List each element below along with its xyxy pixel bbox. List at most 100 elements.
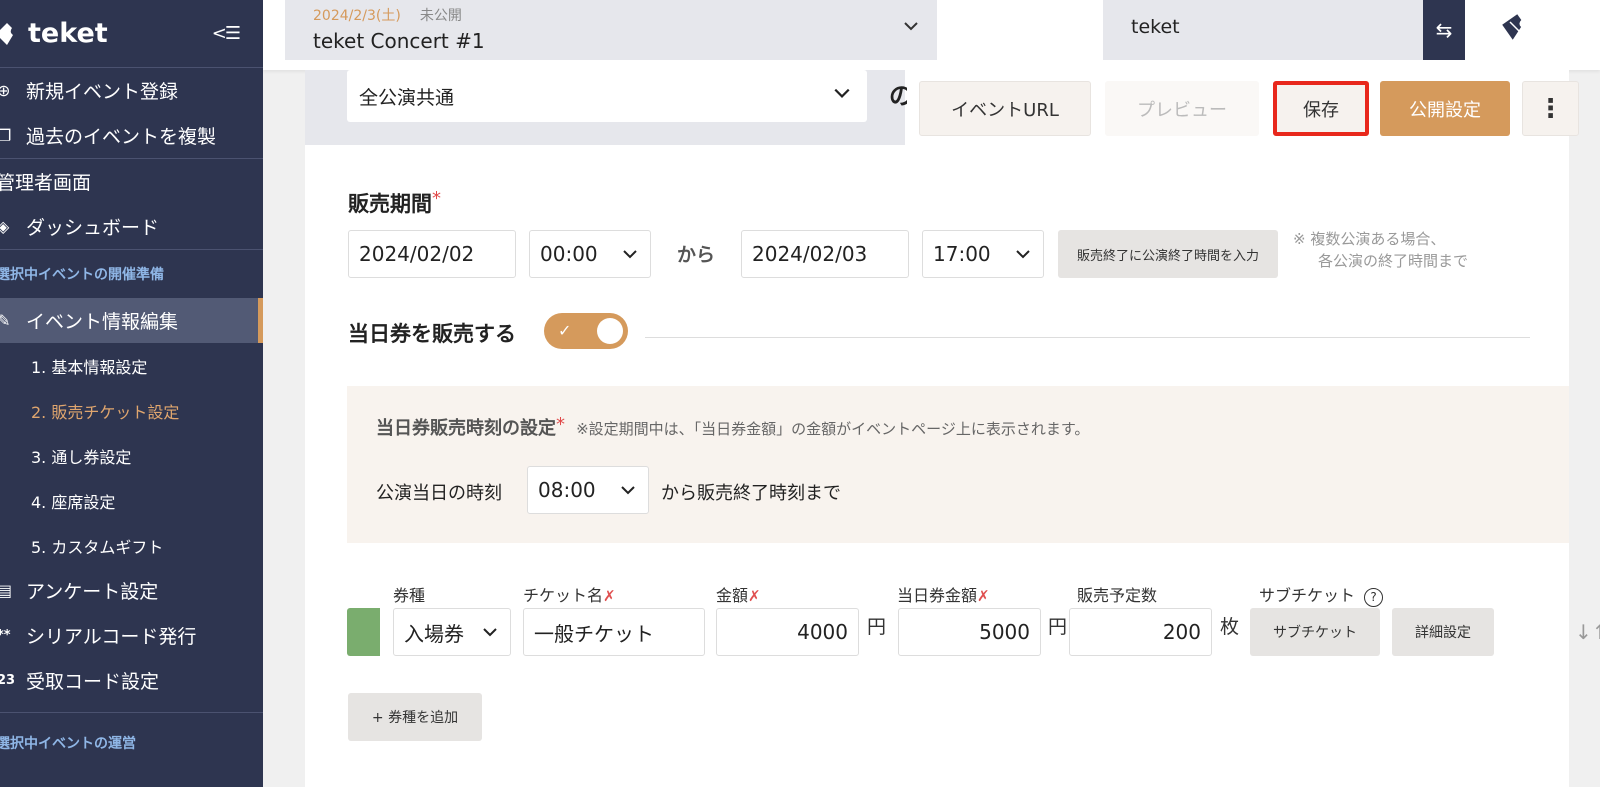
fill-end-time-button[interactable]: 販売終了に公演終了時間を入力 <box>1058 230 1278 278</box>
sales-period-label: 販売期間* <box>348 188 441 218</box>
plus-circle-icon: ⊕ <box>0 81 11 100</box>
sidebar-item-dashboard[interactable]: ◈ ダッシュボード <box>0 204 263 249</box>
day-ticket-toggle-label: 当日券を販売する <box>348 322 516 346</box>
required-mark: * <box>556 414 565 435</box>
day-price-input[interactable]: 5000 <box>898 608 1041 656</box>
publish-settings-button[interactable]: 公開設定 <box>1380 81 1510 136</box>
event-name: teket Concert #1 <box>313 29 485 53</box>
code-icon: 23 <box>0 673 16 688</box>
sales-end-date-input[interactable]: 2024/02/03 <box>741 230 909 278</box>
action-bar: イベントURL プレビュー 保存 公開設定 ⋮ <box>907 70 1579 145</box>
header-subticket-text: サブチケット <box>1259 586 1356 605</box>
performance-select[interactable]: 全公演共通 <box>347 70 867 122</box>
sidebar-item-label: ダッシュボード <box>26 217 160 239</box>
chevron-down-icon <box>904 22 918 31</box>
sidebar-item-new-event[interactable]: ⊕ 新規イベント登録 <box>0 68 263 113</box>
quantity-unit: 枚 <box>1220 616 1240 638</box>
header-price: 金額✗ <box>716 582 761 606</box>
add-ticket-type-button[interactable]: + 券種を追加 <box>348 693 482 741</box>
check-icon: ✓ <box>558 321 572 340</box>
event-date: 2024/2/3(土) <box>313 8 401 24</box>
day-ticket-settings-panel: 当日券販売時刻の設定* ※設定期間中は、「当日券金額」の金額がイベントページ上に… <box>347 386 1569 543</box>
required-mark: * <box>432 188 441 209</box>
logo[interactable]: teket <box>0 18 108 49</box>
sales-end-date-value: 2024/02/03 <box>752 242 868 266</box>
sidebar-item-duplicate-event[interactable]: ❐ 過去のイベントを複製 <box>0 113 263 158</box>
serial-icon: ** <box>0 628 11 643</box>
sidebar-item-receipt-code[interactable]: 23 受取コード設定 <box>0 658 263 703</box>
chevron-down-icon <box>621 486 635 495</box>
divider <box>645 337 1530 338</box>
sidebar-item-label: アンケート設定 <box>26 581 159 603</box>
day-ticket-time-label: 当日券販売時刻の設定 <box>376 418 556 439</box>
sidebar-section-ops: 選択中イベントの運営 <box>0 736 136 752</box>
sidebar-item-admin[interactable]: 管理者画面 <box>0 159 263 204</box>
topbar: 2024/2/3(土) 未公開 teket Concert #1 teket ⇆ <box>263 0 1600 70</box>
sort-handle-icon[interactable]: ↓↑ <box>1575 620 1600 644</box>
more-options-button[interactable]: ⋮ <box>1522 81 1579 136</box>
price-unit: 円 <box>867 616 887 638</box>
ticket-name-input[interactable]: 一般チケット <box>523 608 705 656</box>
note-line-2: 各公演の終了時間まで <box>1318 252 1469 270</box>
header-subticket: サブチケット ? <box>1259 582 1384 607</box>
swap-icon: ⇆ <box>1435 18 1453 42</box>
sidebar-item-edit-event[interactable]: ✎ イベント情報編集 <box>0 298 263 343</box>
until-end-label: から販売終了時刻まで <box>661 483 841 504</box>
help-icon[interactable]: ? <box>1364 587 1384 607</box>
day-time-label: 公演当日の時刻 <box>376 483 502 504</box>
event-selector[interactable]: 2024/2/3(土) 未公開 teket Concert #1 <box>285 0 937 60</box>
sidebar-item-survey[interactable]: ▤ アンケート設定 <box>0 568 263 613</box>
sales-period-text: 販売期間 <box>348 192 432 216</box>
sales-start-time-select[interactable]: 00:00 <box>529 230 651 278</box>
sidebar-item-label: 管理者画面 <box>0 172 92 194</box>
ticket-color-swatch[interactable] <box>347 608 380 656</box>
sidebar-item-serial[interactable]: ** シリアルコード発行 <box>0 613 263 658</box>
ticket-type-select[interactable]: 入場券 <box>393 608 511 656</box>
sales-start-time-value: 00:00 <box>540 242 598 266</box>
from-label: から <box>677 244 716 266</box>
chevron-down-icon <box>834 88 850 98</box>
organization-name: teket <box>1131 16 1180 38</box>
survey-icon: ▤ <box>0 581 13 600</box>
sidebar-item-label: イベント情報編集 <box>26 311 179 333</box>
note-line-1: ※ 複数公演ある場合、 <box>1293 230 1446 248</box>
translate-off-icon: ✗ <box>603 587 616 605</box>
copy-icon: ❐ <box>0 126 12 145</box>
sidebar-section-prep: 選択中イベントの開催準備 <box>0 267 164 283</box>
organization-selector[interactable]: teket <box>1103 0 1449 60</box>
ticket-price-input[interactable]: 4000 <box>716 608 859 656</box>
main-content: 全公演共通 の イベントURL プレビュー 保存 公開設定 ⋮ 販売期間* 20… <box>305 70 1579 787</box>
day-ticket-time-note: ※設定期間中は、「当日券金額」の金額がイベントページ上に表示されます。 <box>576 420 1090 438</box>
swap-organization-button[interactable]: ⇆ <box>1423 0 1465 60</box>
layers-icon: ◈ <box>0 217 10 236</box>
sidebar: teket <☰ ⊕ 新規イベント登録 ❐ 過去のイベントを複製 管理者画面 ◈… <box>0 0 263 787</box>
header-name-text: チケット名 <box>523 586 604 605</box>
sidebar-subitem-tickets[interactable]: 2. 販売チケット設定 <box>0 388 263 433</box>
sales-end-time-select[interactable]: 17:00 <box>922 230 1044 278</box>
subticket-button[interactable]: サブチケット <box>1250 608 1380 656</box>
sidebar-subitem-basic[interactable]: 1. 基本情報設定 <box>0 343 263 388</box>
save-button[interactable]: 保存 <box>1273 81 1369 136</box>
header-quantity: 販売予定数 <box>1077 586 1158 605</box>
sidebar-item-label: シリアルコード発行 <box>26 626 197 648</box>
preview-button[interactable]: プレビュー <box>1105 81 1259 136</box>
sidebar-subitem-pass[interactable]: 3. 通し券設定 <box>0 433 263 478</box>
translate-off-icon: ✗ <box>977 587 990 605</box>
ticket-icon[interactable] <box>1498 10 1532 44</box>
collapse-sidebar-icon[interactable]: <☰ <box>212 23 241 44</box>
sales-period-note: ※ 複数公演ある場合、 各公演の終了時間まで <box>1293 228 1468 272</box>
header-price-text: 金額 <box>716 586 749 605</box>
detail-settings-button[interactable]: 詳細設定 <box>1392 608 1494 656</box>
quantity-input[interactable]: 200 <box>1069 608 1212 656</box>
sidebar-subitem-seats[interactable]: 4. 座席設定 <box>0 478 263 523</box>
sidebar-subitem-gift[interactable]: 5. カスタムギフト <box>0 523 263 568</box>
sales-start-date-input[interactable]: 2024/02/02 <box>348 230 516 278</box>
sidebar-item-label: 過去のイベントを複製 <box>26 126 217 148</box>
day-ticket-toggle[interactable]: ✓ <box>544 313 628 349</box>
performance-select-value: 全公演共通 <box>359 86 455 109</box>
logo-icon <box>0 22 13 45</box>
day-time-select[interactable]: 08:00 <box>527 466 649 514</box>
translate-off-icon: ✗ <box>748 587 761 605</box>
day-ticket-time-header: 当日券販売時刻の設定* ※設定期間中は、「当日券金額」の金額がイベントページ上に… <box>376 414 1089 440</box>
event-url-button[interactable]: イベントURL <box>919 81 1091 136</box>
